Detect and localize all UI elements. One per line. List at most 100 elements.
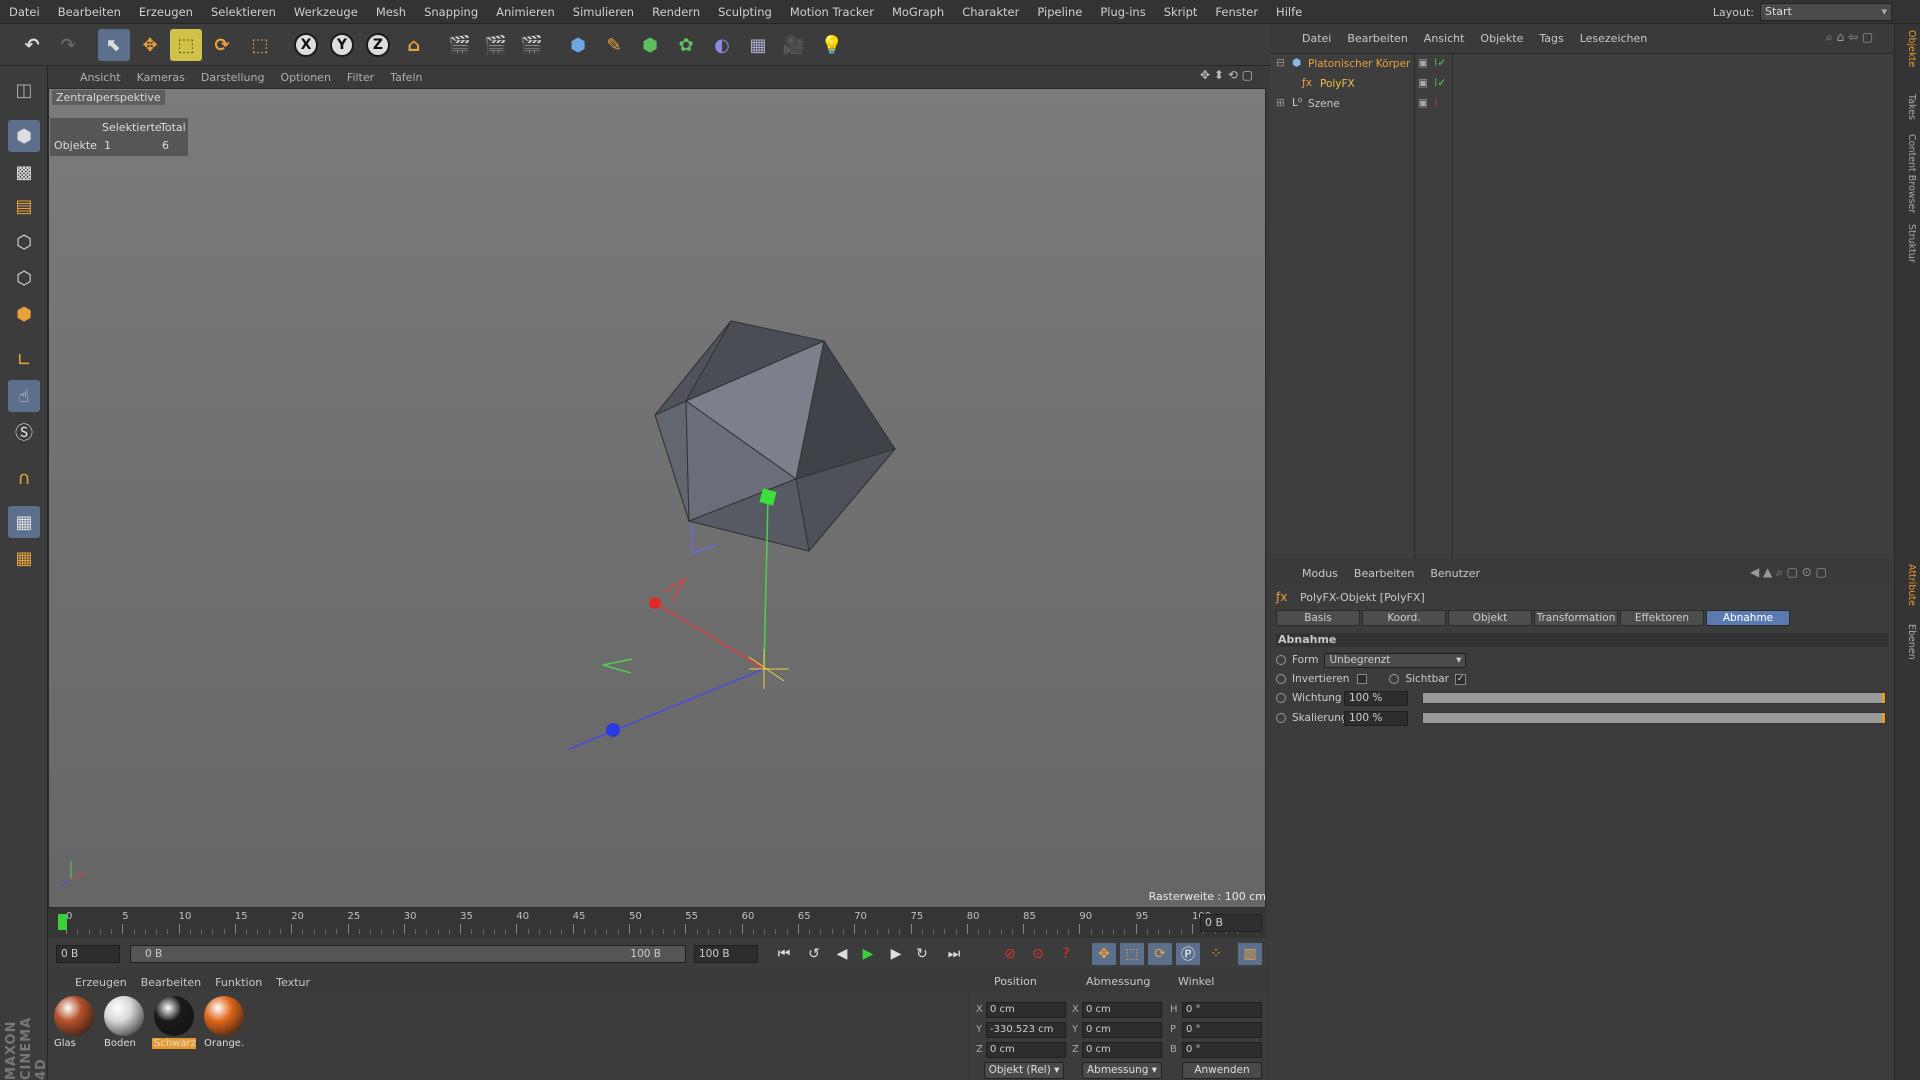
menu-item-plug-ins[interactable]: Plug-ins [1091, 5, 1154, 19]
viewport-menu-filter[interactable]: Filter [339, 71, 382, 84]
key-position-icon[interactable]: ✥ [1092, 943, 1116, 965]
edges-mode-icon[interactable]: ⬡ [8, 262, 40, 294]
object-row[interactable]: ƒx PolyFX ▣ ⁞✓ [1270, 74, 1894, 94]
material-menu-bearbeiten[interactable]: Bearbeiten [134, 976, 208, 989]
rot-b-field[interactable]: 0 ° [1182, 1042, 1262, 1058]
goto-next-key-icon[interactable]: ↻ [910, 943, 934, 965]
weight-slider[interactable] [1422, 692, 1886, 704]
texture-mode-icon[interactable]: ▩ [8, 156, 40, 188]
autokey-icon[interactable]: ⊙ [1026, 943, 1050, 965]
key-pla-icon[interactable]: ⁘ [1204, 943, 1228, 965]
key-parameter-icon[interactable]: Ⓟ [1176, 943, 1200, 965]
side-tab-ebenen[interactable]: Ebenen [1899, 624, 1917, 660]
object-name[interactable]: Szene [1308, 98, 1340, 110]
make-editable-icon[interactable]: ◫ [8, 74, 40, 106]
expand-icon[interactable]: ⊟ [1276, 57, 1285, 69]
solo-icon[interactable]: Ⓢ [8, 416, 40, 448]
form-dropdown[interactable]: Unbegrenzt ▾ [1324, 652, 1467, 668]
material-swatch[interactable]: Boden [102, 996, 146, 1049]
side-tab-takes[interactable]: Takes [1899, 94, 1917, 120]
material-swatch[interactable]: Orange. [202, 996, 246, 1049]
move-icon[interactable]: ✥ [134, 29, 166, 61]
keyframe-selection-icon[interactable]: ? [1054, 943, 1078, 965]
material-menu-erzeugen[interactable]: Erzeugen [68, 976, 134, 989]
axis-y-button[interactable]: Y [326, 29, 358, 61]
size-z-field[interactable]: 0 cm [1082, 1042, 1162, 1058]
axis-z-button[interactable]: Z [362, 29, 394, 61]
goto-prev-key-icon[interactable]: ↺ [802, 943, 826, 965]
menu-item-werkzeuge[interactable]: Werkzeuge [285, 5, 367, 19]
timeline-window-icon[interactable]: ▥ [1238, 943, 1262, 965]
attribute-menu-modus[interactable]: Modus [1294, 567, 1346, 580]
live-selection-icon[interactable]: ⬉ [98, 29, 130, 61]
object-menu-ansicht[interactable]: Ansicht [1416, 32, 1473, 45]
menu-item-sculpting[interactable]: Sculpting [709, 5, 781, 19]
key-rotation-icon[interactable]: ⟳ [1148, 943, 1172, 965]
viewport-menu-kameras[interactable]: Kameras [129, 71, 193, 84]
next-frame-icon[interactable]: ▶ [884, 943, 908, 965]
attribute-nav-icons[interactable]: ◀ ▲ ⌕ ▢ ⊙ ▢ [1750, 565, 1827, 580]
subdivision-icon[interactable]: ⬢ [634, 29, 666, 61]
tab-transformation[interactable]: Transformation [1534, 610, 1618, 626]
record-keys-icon[interactable]: ⊘ [998, 943, 1022, 965]
workplane-icon[interactable]: ▤ [8, 190, 40, 222]
side-tab-objekte[interactable]: Objekte [1899, 30, 1917, 67]
frame-range-slider[interactable]: 0 B 100 B [130, 945, 686, 963]
prev-frame-icon[interactable]: ◀ [830, 943, 854, 965]
menu-item-erzeugen[interactable]: Erzeugen [130, 5, 202, 19]
snap-settings-icon[interactable]: ▦ [8, 542, 40, 574]
array-icon[interactable]: ✿ [670, 29, 702, 61]
viewport-nav-icons[interactable]: ✥ ⬍ ⟲ ▢ [1200, 68, 1253, 82]
size-mode-dropdown[interactable]: Abmessung ▾ [1082, 1062, 1162, 1079]
expand-icon[interactable]: ⊞ [1276, 97, 1285, 109]
menu-item-skript[interactable]: Skript [1155, 5, 1207, 19]
render-picture-viewer-icon[interactable]: 🎬 [480, 29, 512, 61]
axis-x-button[interactable]: X [290, 29, 322, 61]
menu-item-snapping[interactable]: Snapping [415, 5, 487, 19]
viewport-menu-darstellung[interactable]: Darstellung [193, 71, 273, 84]
disabled-icon[interactable]: ⁞ [1434, 97, 1437, 109]
min-frame-field[interactable]: 0 B [56, 945, 120, 963]
object-manager-tools[interactable]: ⌕ ⌂ ⇦ ▢ [1826, 30, 1873, 45]
animate-radio[interactable] [1276, 693, 1286, 703]
tab-abnahme[interactable]: Abnahme [1706, 610, 1790, 626]
goto-start-icon[interactable]: ⏮ [772, 943, 796, 965]
menu-item-hilfe[interactable]: Hilfe [1267, 5, 1311, 19]
render-settings-icon[interactable]: 🎬 [516, 29, 548, 61]
model-mode-icon[interactable]: ⬢ [8, 120, 40, 152]
rot-h-field[interactable]: 0 ° [1182, 1002, 1262, 1018]
undo-icon[interactable]: ↶ [16, 29, 48, 61]
magnet-icon[interactable]: ∩ [8, 462, 40, 494]
weight-slider-handle[interactable] [1882, 693, 1885, 703]
visible-checkbox[interactable]: ✓ [1454, 673, 1466, 685]
goto-end-icon[interactable]: ⏭ [942, 943, 966, 965]
object-name[interactable]: Platonischer Körper [1308, 58, 1410, 70]
tab-objekt[interactable]: Objekt [1448, 610, 1532, 626]
menu-item-simulieren[interactable]: Simulieren [564, 5, 643, 19]
current-frame-marker[interactable] [58, 914, 67, 930]
pen-icon[interactable]: ✎ [598, 29, 630, 61]
scale-slider[interactable] [1422, 712, 1886, 724]
size-y-field[interactable]: 0 cm [1082, 1022, 1162, 1038]
apply-button[interactable]: Anwenden [1182, 1062, 1262, 1079]
timeline-ruler[interactable]: 0510152025303540455055606570758085909510… [48, 908, 1266, 938]
floor-icon[interactable]: ▦ [742, 29, 774, 61]
material-swatch[interactable]: Glas [52, 996, 96, 1049]
tweak-icon[interactable]: ☝ [8, 380, 40, 412]
coord-mode-dropdown[interactable]: Objekt (Rel) ▾ [984, 1062, 1064, 1079]
object-menu-bearbeiten[interactable]: Bearbeiten [1339, 32, 1415, 45]
viewport-menu-tafeln[interactable]: Tafeln [382, 71, 430, 84]
scale-icon[interactable]: ⬚ [170, 29, 202, 61]
redo-icon[interactable]: ↷ [52, 29, 84, 61]
object-menu-objekte[interactable]: Objekte [1472, 32, 1531, 45]
enabled-check-icon[interactable]: ⁞✓ [1434, 77, 1446, 89]
object-menu-tags[interactable]: Tags [1531, 32, 1571, 45]
menu-item-motion-tracker[interactable]: Motion Tracker [781, 5, 883, 19]
menu-item-bearbeiten[interactable]: Bearbeiten [49, 5, 130, 19]
object-menu-datei[interactable]: Datei [1294, 32, 1339, 45]
snap-lock-icon[interactable]: ▦ [8, 506, 40, 538]
pos-y-field[interactable]: -330.523 cm [986, 1022, 1066, 1038]
layout-dropdown[interactable]: Start [1760, 3, 1892, 21]
animate-radio[interactable] [1276, 713, 1286, 723]
recent-tool-icon[interactable]: ⬚ [244, 29, 276, 61]
